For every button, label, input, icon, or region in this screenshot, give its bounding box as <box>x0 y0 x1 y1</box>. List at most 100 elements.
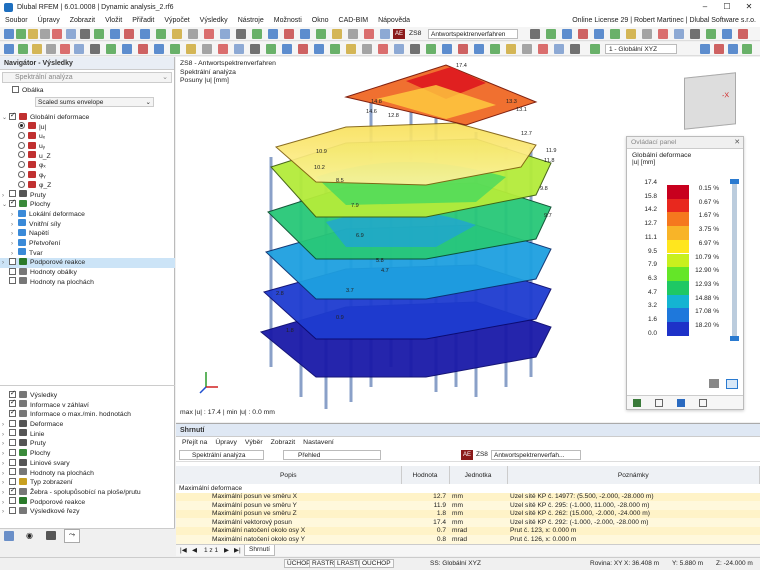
toolbar-tool-icon[interactable] <box>706 29 716 39</box>
options-tab-icon[interactable] <box>699 399 707 407</box>
tree-item[interactable]: › Podporové reakce <box>0 497 175 508</box>
tree-item[interactable]: ⌄Globální deformace <box>0 111 175 123</box>
tree-item[interactable]: Informace v záhlaví <box>0 398 175 411</box>
toolbar-tool-icon[interactable] <box>140 29 150 39</box>
toolbar-tool-icon[interactable] <box>138 44 148 54</box>
toolbar-tool-icon[interactable] <box>250 44 260 54</box>
menu-item[interactable]: Přiřadit <box>127 17 159 24</box>
tree-item[interactable]: ⌄Plochy <box>0 198 175 210</box>
summary-analysis-select[interactable]: Spektrální analýza <box>179 450 264 460</box>
menu-item[interactable]: Výpočet <box>159 17 194 24</box>
status-toggle-button[interactable]: RASTR <box>309 559 338 568</box>
envelope-row[interactable]: Obálka <box>0 85 174 96</box>
toolbar-tool-icon[interactable] <box>610 29 620 39</box>
eye-icon[interactable]: ◉ <box>26 531 33 540</box>
tree-item[interactable]: › Tvar <box>0 248 175 259</box>
tree-checkbox[interactable] <box>9 486 16 495</box>
toolbar-tool-icon[interactable] <box>188 29 198 39</box>
tree-item[interactable]: φᵧ <box>0 170 175 181</box>
toolbar-tool-icon[interactable] <box>268 29 278 39</box>
toolbar-tool-icon[interactable] <box>66 29 76 39</box>
summary-menu-item[interactable]: Výběr <box>241 439 267 446</box>
toolbar-tool-icon[interactable] <box>330 44 340 54</box>
menu-item[interactable]: Nápověda <box>373 17 415 24</box>
tree-radio[interactable] <box>18 161 25 169</box>
menu-item[interactable]: CAD-BIM <box>334 17 374 24</box>
tree-item[interactable]: uᵧ <box>0 141 175 152</box>
tree-item[interactable]: › Deformace <box>0 419 175 430</box>
toolbar-tool-icon[interactable] <box>714 44 724 54</box>
toolbar-tool-icon[interactable] <box>562 29 572 39</box>
toolbar-tool-icon[interactable] <box>106 44 116 54</box>
tree-item[interactable]: › Výsledkové řezy <box>0 506 175 517</box>
table-row[interactable]: Maximální posun ve směru Y 11.9 mm Uzel sít… <box>176 501 760 510</box>
toolbar-tool-icon[interactable] <box>490 44 500 54</box>
toolbar-tool-icon[interactable] <box>578 29 588 39</box>
tree-item[interactable]: › Plochy <box>0 448 175 459</box>
toolbar-tool-icon[interactable] <box>80 29 90 39</box>
tree-radio[interactable] <box>18 132 25 140</box>
toolbar-tool-icon[interactable] <box>202 44 212 54</box>
tree-item[interactable]: › Vnitřní síly <box>0 219 175 230</box>
toolbar-tool-icon[interactable] <box>218 44 228 54</box>
toolbar-tool-icon[interactable] <box>90 44 100 54</box>
tree-checkbox[interactable] <box>9 198 16 208</box>
last-page-icon[interactable]: ▶| <box>234 546 241 554</box>
col-jednotka[interactable]: Jednotka <box>449 466 508 484</box>
toolbar-tool-icon[interactable] <box>156 29 166 39</box>
summary-sheet-tab[interactable]: Shrnutí <box>244 545 275 556</box>
col-poznamky[interactable]: Poznámky <box>507 466 760 484</box>
menu-item[interactable]: Nástroje <box>233 17 269 24</box>
toolbar-tool-icon[interactable] <box>378 44 388 54</box>
toolbar-tool-icon[interactable] <box>220 29 230 39</box>
tree-checkbox[interactable] <box>9 468 16 476</box>
summary-view-select[interactable]: Přehled <box>283 450 381 460</box>
toolbar-tool-icon[interactable] <box>284 29 294 39</box>
next-page-icon[interactable]: ▶ <box>224 546 229 554</box>
tree-item[interactable]: uₓ <box>0 132 175 142</box>
toolbar-tool-icon[interactable] <box>346 44 356 54</box>
menu-item[interactable]: Úpravy <box>33 17 65 24</box>
tree-item[interactable]: › Lokální deformace <box>0 209 175 220</box>
minimize-button[interactable]: – <box>694 0 716 14</box>
tree-checkbox[interactable] <box>9 398 16 408</box>
toolbar-tool-icon[interactable] <box>314 44 324 54</box>
menu-item[interactable]: Možnosti <box>269 17 307 24</box>
toolbar-tool-icon[interactable] <box>32 44 42 54</box>
toolbar-tool-icon[interactable] <box>4 29 14 39</box>
toolbar-tool-icon[interactable] <box>110 29 120 39</box>
filter-tab-icon[interactable] <box>677 399 685 407</box>
maximize-button[interactable]: ☐ <box>716 0 738 14</box>
tree-checkbox[interactable] <box>9 408 16 418</box>
col-popis[interactable]: Popis <box>176 466 402 484</box>
tree-item[interactable]: › Typ zobrazení <box>0 477 175 488</box>
tree-item[interactable]: › Podporové reakce <box>0 258 175 268</box>
toolbar-tool-icon[interactable] <box>458 44 468 54</box>
tree-item[interactable]: › Přetvoření <box>0 238 175 249</box>
first-page-icon[interactable]: |◀ <box>180 546 187 554</box>
toolbar-tool-icon[interactable] <box>170 44 180 54</box>
col-hodnota[interactable]: Hodnota <box>401 466 450 484</box>
toolbar-tool-icon[interactable] <box>316 29 326 39</box>
toolbar-tool-icon[interactable] <box>122 44 132 54</box>
tree-checkbox[interactable] <box>9 448 16 456</box>
tree-item[interactable]: › Pruty <box>0 190 175 201</box>
camera-icon[interactable] <box>46 531 56 540</box>
toolbar-tool-icon[interactable] <box>234 44 244 54</box>
results-tab-icon[interactable]: ⤳ <box>64 529 80 543</box>
tree-radio[interactable] <box>18 151 25 159</box>
toolbar-tool-icon[interactable] <box>364 29 374 39</box>
tree-checkbox[interactable] <box>9 439 16 447</box>
tree-checkbox[interactable] <box>9 277 16 285</box>
toolbar-tool-icon[interactable] <box>738 29 748 39</box>
tree-item[interactable]: Výsledky <box>0 389 175 401</box>
tree-checkbox[interactable] <box>9 258 16 266</box>
toolbar-tool-icon[interactable] <box>522 44 532 54</box>
tree-item[interactable]: φ_Z <box>0 180 175 191</box>
toolbar-tool-icon[interactable] <box>60 44 70 54</box>
toolbar-tool-icon[interactable] <box>538 44 548 54</box>
toolbar-tool-icon[interactable] <box>690 29 700 39</box>
toolbar-tool-icon[interactable] <box>626 29 636 39</box>
toolbar-tool-icon[interactable] <box>362 44 372 54</box>
legend-slider-top-handle[interactable] <box>730 179 739 184</box>
